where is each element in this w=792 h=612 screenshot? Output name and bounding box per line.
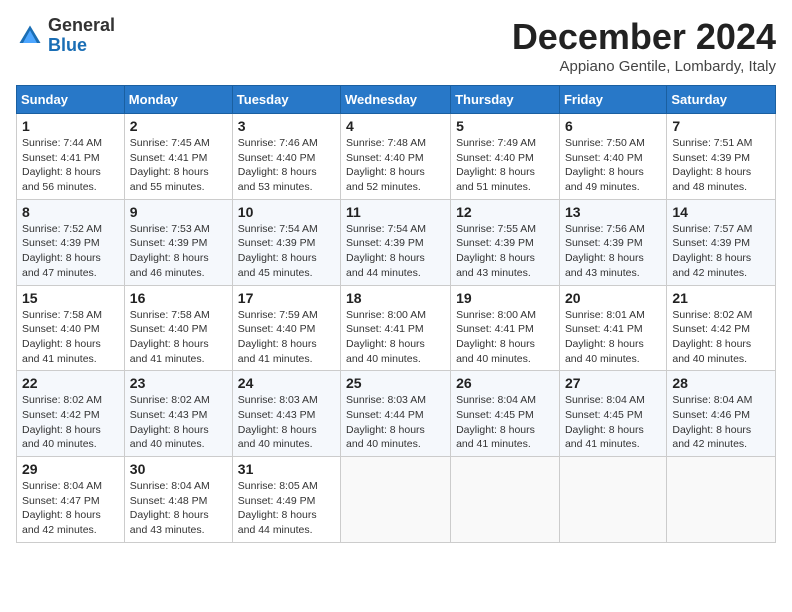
col-thursday: Thursday bbox=[451, 86, 560, 114]
table-row: 1 Sunrise: 7:44 AMSunset: 4:41 PMDayligh… bbox=[17, 114, 125, 200]
table-row: 27 Sunrise: 8:04 AMSunset: 4:45 PMDaylig… bbox=[559, 371, 666, 457]
table-row: 11 Sunrise: 7:54 AMSunset: 4:39 PMDaylig… bbox=[341, 199, 451, 285]
table-row: 25 Sunrise: 8:03 AMSunset: 4:44 PMDaylig… bbox=[341, 371, 451, 457]
table-row-empty bbox=[341, 457, 451, 543]
calendar-row-week1: 1 Sunrise: 7:44 AMSunset: 4:41 PMDayligh… bbox=[17, 114, 776, 200]
table-row: 19 Sunrise: 8:00 AMSunset: 4:41 PMDaylig… bbox=[451, 285, 560, 371]
calendar-row-week2: 8 Sunrise: 7:52 AMSunset: 4:39 PMDayligh… bbox=[17, 199, 776, 285]
logo-general-text: General bbox=[48, 16, 115, 36]
table-row: 17 Sunrise: 7:59 AMSunset: 4:40 PMDaylig… bbox=[232, 285, 340, 371]
table-row: 16 Sunrise: 7:58 AMSunset: 4:40 PMDaylig… bbox=[124, 285, 232, 371]
col-saturday: Saturday bbox=[667, 86, 776, 114]
table-row: 20 Sunrise: 8:01 AMSunset: 4:41 PMDaylig… bbox=[559, 285, 666, 371]
table-row: 4 Sunrise: 7:48 AMSunset: 4:40 PMDayligh… bbox=[341, 114, 451, 200]
table-row-empty bbox=[667, 457, 776, 543]
table-row: 30 Sunrise: 8:04 AMSunset: 4:48 PMDaylig… bbox=[124, 457, 232, 543]
table-row: 13 Sunrise: 7:56 AMSunset: 4:39 PMDaylig… bbox=[559, 199, 666, 285]
calendar-table: Sunday Monday Tuesday Wednesday Thursday… bbox=[16, 85, 776, 543]
col-friday: Friday bbox=[559, 86, 666, 114]
calendar-row-week4: 22 Sunrise: 8:02 AMSunset: 4:42 PMDaylig… bbox=[17, 371, 776, 457]
col-sunday: Sunday bbox=[17, 86, 125, 114]
table-row: 2 Sunrise: 7:45 AMSunset: 4:41 PMDayligh… bbox=[124, 114, 232, 200]
col-tuesday: Tuesday bbox=[232, 86, 340, 114]
col-monday: Monday bbox=[124, 86, 232, 114]
table-row: 21 Sunrise: 8:02 AMSunset: 4:42 PMDaylig… bbox=[667, 285, 776, 371]
calendar-row-week3: 15 Sunrise: 7:58 AMSunset: 4:40 PMDaylig… bbox=[17, 285, 776, 371]
table-row: 15 Sunrise: 7:58 AMSunset: 4:40 PMDaylig… bbox=[17, 285, 125, 371]
table-row: 22 Sunrise: 8:02 AMSunset: 4:42 PMDaylig… bbox=[17, 371, 125, 457]
logo-blue-text: Blue bbox=[48, 36, 115, 56]
table-row: 23 Sunrise: 8:02 AMSunset: 4:43 PMDaylig… bbox=[124, 371, 232, 457]
col-wednesday: Wednesday bbox=[341, 86, 451, 114]
table-row: 28 Sunrise: 8:04 AMSunset: 4:46 PMDaylig… bbox=[667, 371, 776, 457]
table-row: 9 Sunrise: 7:53 AMSunset: 4:39 PMDayligh… bbox=[124, 199, 232, 285]
table-row: 10 Sunrise: 7:54 AMSunset: 4:39 PMDaylig… bbox=[232, 199, 340, 285]
table-row: 5 Sunrise: 7:49 AMSunset: 4:40 PMDayligh… bbox=[451, 114, 560, 200]
table-row: 26 Sunrise: 8:04 AMSunset: 4:45 PMDaylig… bbox=[451, 371, 560, 457]
table-row: 29 Sunrise: 8:04 AMSunset: 4:47 PMDaylig… bbox=[17, 457, 125, 543]
page-header: General Blue December 2024 Appiano Genti… bbox=[16, 16, 776, 75]
calendar-row-week5: 29 Sunrise: 8:04 AMSunset: 4:47 PMDaylig… bbox=[17, 457, 776, 543]
logo: General Blue bbox=[16, 16, 115, 56]
title-block: December 2024 Appiano Gentile, Lombardy,… bbox=[512, 16, 776, 75]
table-row-empty bbox=[559, 457, 666, 543]
table-row: 3 Sunrise: 7:46 AMSunset: 4:40 PMDayligh… bbox=[232, 114, 340, 200]
table-row: 14 Sunrise: 7:57 AMSunset: 4:39 PMDaylig… bbox=[667, 199, 776, 285]
table-row-empty bbox=[451, 457, 560, 543]
month-title: December 2024 bbox=[512, 16, 776, 58]
table-row: 7 Sunrise: 7:51 AMSunset: 4:39 PMDayligh… bbox=[667, 114, 776, 200]
logo-icon bbox=[16, 22, 44, 50]
table-row: 12 Sunrise: 7:55 AMSunset: 4:39 PMDaylig… bbox=[451, 199, 560, 285]
location-title: Appiano Gentile, Lombardy, Italy bbox=[512, 58, 776, 75]
table-row: 18 Sunrise: 8:00 AMSunset: 4:41 PMDaylig… bbox=[341, 285, 451, 371]
table-row: 6 Sunrise: 7:50 AMSunset: 4:40 PMDayligh… bbox=[559, 114, 666, 200]
table-row: 8 Sunrise: 7:52 AMSunset: 4:39 PMDayligh… bbox=[17, 199, 125, 285]
calendar-header-row: Sunday Monday Tuesday Wednesday Thursday… bbox=[17, 86, 776, 114]
table-row: 31 Sunrise: 8:05 AMSunset: 4:49 PMDaylig… bbox=[232, 457, 340, 543]
table-row: 24 Sunrise: 8:03 AMSunset: 4:43 PMDaylig… bbox=[232, 371, 340, 457]
